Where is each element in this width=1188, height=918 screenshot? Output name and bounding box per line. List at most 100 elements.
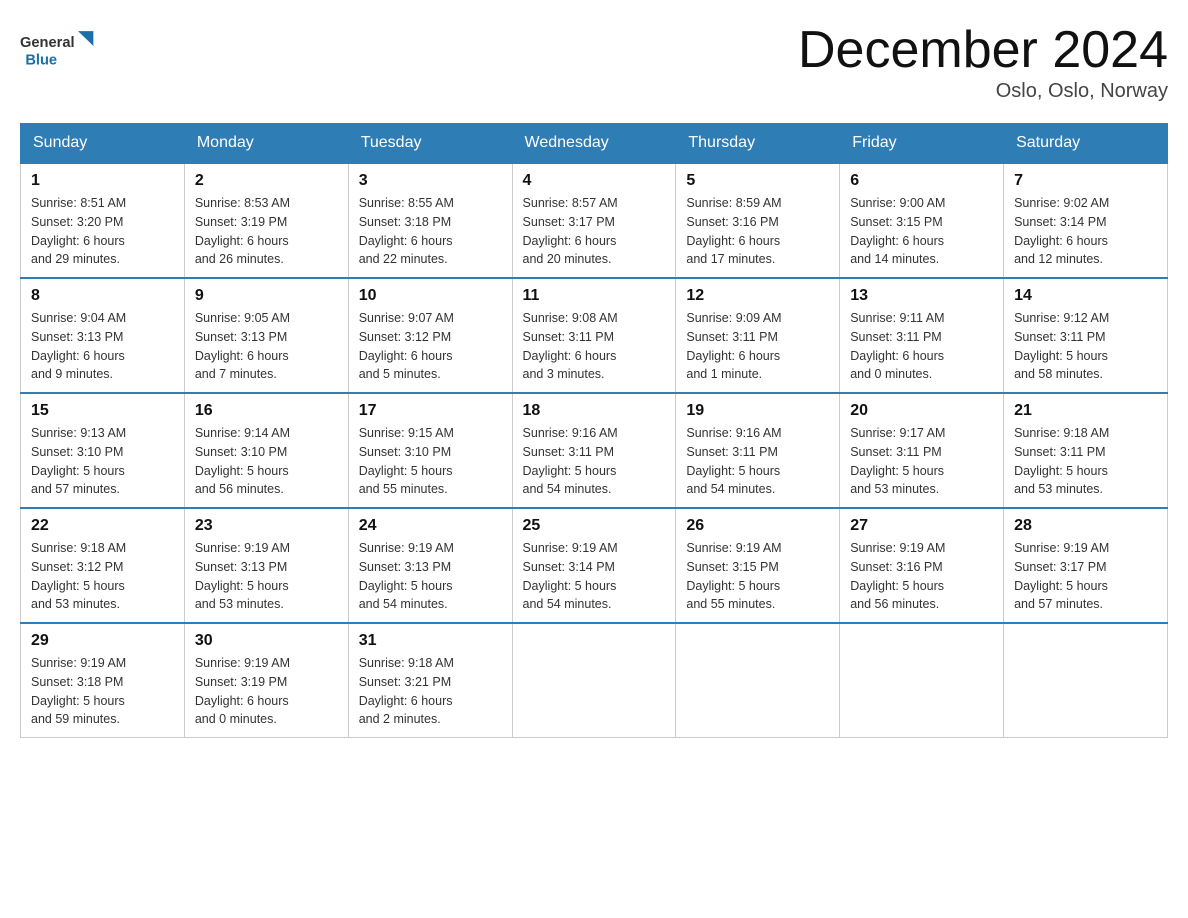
calendar-cell: 12 Sunrise: 9:09 AMSunset: 3:11 PMDayligh… bbox=[676, 278, 840, 393]
logo-svg: General Blue bbox=[20, 20, 100, 75]
day-info: Sunrise: 9:19 AMSunset: 3:14 PMDaylight:… bbox=[523, 539, 666, 614]
calendar-cell: 23 Sunrise: 9:19 AMSunset: 3:13 PMDayligh… bbox=[184, 508, 348, 623]
day-info: Sunrise: 9:18 AMSunset: 3:11 PMDaylight:… bbox=[1014, 424, 1157, 499]
day-number: 10 bbox=[359, 287, 502, 305]
calendar-week-1: 1 Sunrise: 8:51 AMSunset: 3:20 PMDaylight… bbox=[21, 163, 1168, 278]
calendar-cell bbox=[512, 623, 676, 738]
calendar-cell: 15Sunrise: 9:13 AMSunset: 3:10 PMDayligh… bbox=[21, 393, 185, 508]
day-number: 7 bbox=[1014, 172, 1157, 190]
calendar-cell: 28 Sunrise: 9:19 AMSunset: 3:17 PMDayligh… bbox=[1004, 508, 1168, 623]
calendar-cell: 21Sunrise: 9:18 AMSunset: 3:11 PMDayligh… bbox=[1004, 393, 1168, 508]
day-number: 3 bbox=[359, 172, 502, 190]
day-number: 6 bbox=[850, 172, 993, 190]
calendar-cell: 1 Sunrise: 8:51 AMSunset: 3:20 PMDaylight… bbox=[21, 163, 185, 278]
day-info: Sunrise: 9:19 AMSunset: 3:15 PMDaylight:… bbox=[686, 539, 829, 614]
day-info: Sunrise: 9:19 AMSunset: 3:16 PMDaylight:… bbox=[850, 539, 993, 614]
calendar-cell: 20Sunrise: 9:17 AMSunset: 3:11 PMDayligh… bbox=[840, 393, 1004, 508]
calendar-cell: 7 Sunrise: 9:02 AMSunset: 3:14 PMDaylight… bbox=[1004, 163, 1168, 278]
day-info: Sunrise: 9:16 AMSunset: 3:11 PMDaylight:… bbox=[523, 424, 666, 499]
calendar-cell: 25 Sunrise: 9:19 AMSunset: 3:14 PMDayligh… bbox=[512, 508, 676, 623]
day-info: Sunrise: 9:09 AMSunset: 3:11 PMDaylight:… bbox=[686, 309, 829, 384]
col-header-wednesday: Wednesday bbox=[512, 124, 676, 164]
calendar-cell: 18Sunrise: 9:16 AMSunset: 3:11 PMDayligh… bbox=[512, 393, 676, 508]
calendar-cell: 6Sunrise: 9:00 AMSunset: 3:15 PMDaylight… bbox=[840, 163, 1004, 278]
calendar-cell: 5 Sunrise: 8:59 AMSunset: 3:16 PMDaylight… bbox=[676, 163, 840, 278]
day-number: 5 bbox=[686, 172, 829, 190]
day-info: Sunrise: 8:53 AMSunset: 3:19 PMDaylight:… bbox=[195, 194, 338, 269]
calendar-cell: 30Sunrise: 9:19 AMSunset: 3:19 PMDayligh… bbox=[184, 623, 348, 738]
month-title: December 2024 bbox=[798, 20, 1168, 80]
calendar-cell: 8 Sunrise: 9:04 AMSunset: 3:13 PMDaylight… bbox=[21, 278, 185, 393]
col-header-sunday: Sunday bbox=[21, 124, 185, 164]
calendar-week-4: 22Sunrise: 9:18 AMSunset: 3:12 PMDayligh… bbox=[21, 508, 1168, 623]
day-number: 28 bbox=[1014, 517, 1157, 535]
svg-text:General: General bbox=[20, 35, 75, 51]
calendar-cell: 27 Sunrise: 9:19 AMSunset: 3:16 PMDayligh… bbox=[840, 508, 1004, 623]
day-number: 9 bbox=[195, 287, 338, 305]
day-number: 1 bbox=[31, 172, 174, 190]
day-number: 8 bbox=[31, 287, 174, 305]
calendar-cell: 17 Sunrise: 9:15 AMSunset: 3:10 PMDayligh… bbox=[348, 393, 512, 508]
page-header: General Blue December 2024 Oslo, Oslo, N… bbox=[20, 20, 1168, 103]
calendar-cell: 10 Sunrise: 9:07 AMSunset: 3:12 PMDayligh… bbox=[348, 278, 512, 393]
day-number: 12 bbox=[686, 287, 829, 305]
day-info: Sunrise: 9:15 AMSunset: 3:10 PMDaylight:… bbox=[359, 424, 502, 499]
calendar-cell: 3 Sunrise: 8:55 AMSunset: 3:18 PMDaylight… bbox=[348, 163, 512, 278]
day-number: 24 bbox=[359, 517, 502, 535]
day-info: Sunrise: 9:04 AMSunset: 3:13 PMDaylight:… bbox=[31, 309, 174, 384]
day-info: Sunrise: 9:08 AMSunset: 3:11 PMDaylight:… bbox=[523, 309, 666, 384]
day-number: 17 bbox=[359, 402, 502, 420]
day-info: Sunrise: 8:55 AMSunset: 3:18 PMDaylight:… bbox=[359, 194, 502, 269]
day-info: Sunrise: 9:19 AMSunset: 3:17 PMDaylight:… bbox=[1014, 539, 1157, 614]
calendar-cell: 26Sunrise: 9:19 AMSunset: 3:15 PMDayligh… bbox=[676, 508, 840, 623]
calendar-header: SundayMondayTuesdayWednesdayThursdayFrid… bbox=[21, 124, 1168, 164]
day-number: 4 bbox=[523, 172, 666, 190]
logo: General Blue bbox=[20, 20, 100, 75]
calendar-cell: 9 Sunrise: 9:05 AMSunset: 3:13 PMDaylight… bbox=[184, 278, 348, 393]
col-header-saturday: Saturday bbox=[1004, 124, 1168, 164]
calendar-week-5: 29 Sunrise: 9:19 AMSunset: 3:18 PMDayligh… bbox=[21, 623, 1168, 738]
calendar-cell: 19 Sunrise: 9:16 AMSunset: 3:11 PMDayligh… bbox=[676, 393, 840, 508]
calendar-cell: 22Sunrise: 9:18 AMSunset: 3:12 PMDayligh… bbox=[21, 508, 185, 623]
calendar-cell: 16Sunrise: 9:14 AMSunset: 3:10 PMDayligh… bbox=[184, 393, 348, 508]
day-number: 25 bbox=[523, 517, 666, 535]
day-info: Sunrise: 8:51 AMSunset: 3:20 PMDaylight:… bbox=[31, 194, 174, 269]
calendar-cell: 14 Sunrise: 9:12 AMSunset: 3:11 PMDayligh… bbox=[1004, 278, 1168, 393]
day-info: Sunrise: 8:59 AMSunset: 3:16 PMDaylight:… bbox=[686, 194, 829, 269]
day-info: Sunrise: 9:02 AMSunset: 3:14 PMDaylight:… bbox=[1014, 194, 1157, 269]
calendar-cell: 29 Sunrise: 9:19 AMSunset: 3:18 PMDayligh… bbox=[21, 623, 185, 738]
day-number: 23 bbox=[195, 517, 338, 535]
day-number: 14 bbox=[1014, 287, 1157, 305]
title-section: December 2024 Oslo, Oslo, Norway bbox=[798, 20, 1168, 103]
day-number: 2 bbox=[195, 172, 338, 190]
svg-text:Blue: Blue bbox=[25, 53, 57, 69]
day-number: 11 bbox=[523, 287, 666, 305]
day-info: Sunrise: 8:57 AMSunset: 3:17 PMDaylight:… bbox=[523, 194, 666, 269]
location: Oslo, Oslo, Norway bbox=[798, 80, 1168, 103]
col-header-tuesday: Tuesday bbox=[348, 124, 512, 164]
day-info: Sunrise: 9:16 AMSunset: 3:11 PMDaylight:… bbox=[686, 424, 829, 499]
day-number: 27 bbox=[850, 517, 993, 535]
day-info: Sunrise: 9:12 AMSunset: 3:11 PMDaylight:… bbox=[1014, 309, 1157, 384]
day-info: Sunrise: 9:11 AMSunset: 3:11 PMDaylight:… bbox=[850, 309, 993, 384]
calendar-week-2: 8 Sunrise: 9:04 AMSunset: 3:13 PMDaylight… bbox=[21, 278, 1168, 393]
calendar-cell bbox=[676, 623, 840, 738]
day-number: 29 bbox=[31, 632, 174, 650]
calendar-cell bbox=[1004, 623, 1168, 738]
day-number: 30 bbox=[195, 632, 338, 650]
day-info: Sunrise: 9:19 AMSunset: 3:13 PMDaylight:… bbox=[195, 539, 338, 614]
day-info: Sunrise: 9:14 AMSunset: 3:10 PMDaylight:… bbox=[195, 424, 338, 499]
day-info: Sunrise: 9:17 AMSunset: 3:11 PMDaylight:… bbox=[850, 424, 993, 499]
day-info: Sunrise: 9:18 AMSunset: 3:21 PMDaylight:… bbox=[359, 654, 502, 729]
calendar-cell: 31 Sunrise: 9:18 AMSunset: 3:21 PMDayligh… bbox=[348, 623, 512, 738]
day-number: 31 bbox=[359, 632, 502, 650]
calendar-cell: 13Sunrise: 9:11 AMSunset: 3:11 PMDayligh… bbox=[840, 278, 1004, 393]
calendar-cell: 24Sunrise: 9:19 AMSunset: 3:13 PMDayligh… bbox=[348, 508, 512, 623]
day-info: Sunrise: 9:19 AMSunset: 3:18 PMDaylight:… bbox=[31, 654, 174, 729]
day-number: 22 bbox=[31, 517, 174, 535]
day-info: Sunrise: 9:05 AMSunset: 3:13 PMDaylight:… bbox=[195, 309, 338, 384]
col-header-monday: Monday bbox=[184, 124, 348, 164]
day-info: Sunrise: 9:07 AMSunset: 3:12 PMDaylight:… bbox=[359, 309, 502, 384]
day-number: 19 bbox=[686, 402, 829, 420]
day-info: Sunrise: 9:13 AMSunset: 3:10 PMDaylight:… bbox=[31, 424, 174, 499]
